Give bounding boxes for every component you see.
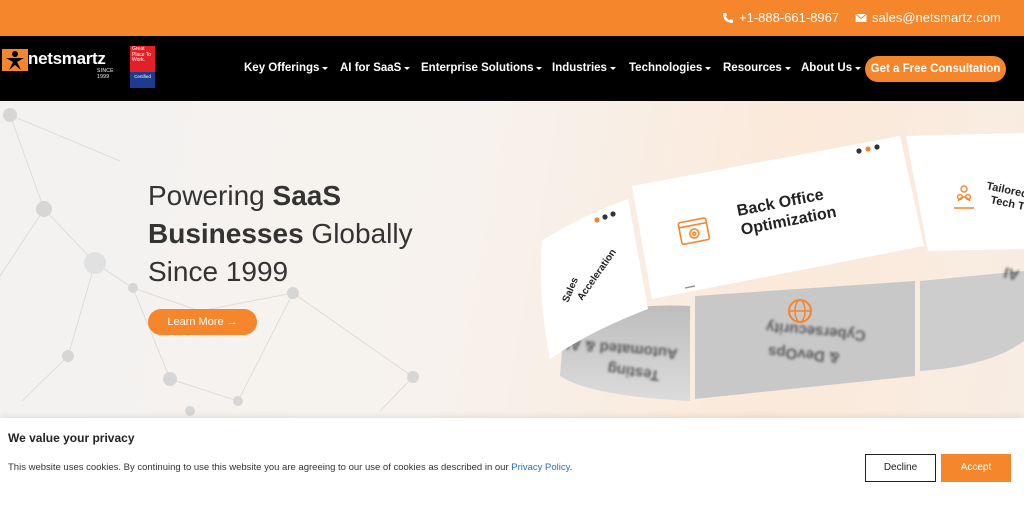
cookie-text: This website uses cookies. By continuing… bbox=[8, 462, 512, 473]
nav-item-ai-for-saas[interactable]: AI for SaaS bbox=[340, 62, 411, 74]
caret-down-icon bbox=[322, 66, 329, 70]
headline-text: Globally bbox=[303, 218, 413, 249]
learn-more-button[interactable]: Learn More → bbox=[148, 309, 257, 335]
card-label: AI bbox=[1002, 263, 1021, 283]
phone-link[interactable]: +1-888-661-8967 bbox=[722, 10, 839, 25]
top-contact-bar: +1-888-661-8967 sales@netsmartz.com bbox=[0, 0, 1024, 36]
cookie-text-end: . bbox=[569, 462, 573, 473]
free-consultation-button[interactable]: Get a Free Consultation bbox=[865, 56, 1006, 82]
nav-item-label: AI for SaaS bbox=[340, 62, 402, 74]
headline-bold: SaaS bbox=[272, 180, 342, 211]
headline-bold: Businesses bbox=[148, 218, 304, 249]
nav-item-label: Technologies bbox=[629, 62, 703, 74]
accept-button[interactable]: Accept bbox=[941, 454, 1011, 482]
cookie-message: This website uses cookies. By continuing… bbox=[8, 462, 572, 473]
nav-item-label: Enterprise Solutions bbox=[421, 62, 534, 74]
carousel-card-back-right[interactable] bbox=[920, 271, 1024, 371]
email-link[interactable]: sales@netsmartz.com bbox=[855, 10, 1001, 25]
nav-item-technologies[interactable]: Technologies bbox=[629, 62, 712, 74]
hero-headline: Powering SaaS Businesses Globally Since … bbox=[148, 177, 413, 291]
caret-down-icon bbox=[536, 66, 543, 70]
nav-item-label: Resources bbox=[723, 62, 782, 74]
carousel-card-back-center[interactable] bbox=[695, 281, 915, 399]
services-carousel[interactable]: Automated & AI Testing Cybersecurity & D… bbox=[520, 131, 1024, 418]
phone-number: +1-888-661-8967 bbox=[739, 10, 840, 25]
phone-icon bbox=[723, 12, 733, 23]
email-address: sales@netsmartz.com bbox=[872, 10, 1001, 25]
caret-down-icon bbox=[609, 66, 616, 70]
nav-item-industries[interactable]: Industries bbox=[552, 62, 616, 74]
caret-down-icon bbox=[705, 66, 712, 70]
headline-text: Since 1999 bbox=[148, 256, 289, 287]
headline-text: Powering bbox=[148, 180, 273, 211]
main-navigation: netsmartz SINCE 1999 Great Place To Work… bbox=[0, 36, 1024, 101]
mail-icon bbox=[855, 13, 867, 22]
nav-item-enterprise-solutions[interactable]: Enterprise Solutions bbox=[421, 62, 543, 74]
nav-item-label: Key Offerings bbox=[244, 62, 320, 74]
cookie-consent-banner: We value your privacy This website uses … bbox=[0, 418, 1024, 512]
privacy-policy-link[interactable]: Privacy Policy bbox=[511, 462, 569, 473]
nav-item-resources[interactable]: Resources bbox=[723, 62, 791, 74]
nav-item-label: Industries bbox=[552, 62, 607, 74]
caret-down-icon bbox=[855, 66, 862, 70]
cookie-title: We value your privacy bbox=[8, 431, 135, 445]
hero-section: Powering SaaS Businesses Globally Since … bbox=[0, 101, 1024, 418]
nav-item-label: About Us bbox=[801, 62, 853, 74]
nav-item-about-us[interactable]: About Us bbox=[801, 62, 862, 74]
decline-button[interactable]: Decline bbox=[865, 454, 936, 482]
caret-down-icon bbox=[784, 66, 791, 70]
caret-down-icon bbox=[404, 66, 411, 70]
nav-item-key-offerings[interactable]: Key Offerings bbox=[244, 62, 329, 74]
